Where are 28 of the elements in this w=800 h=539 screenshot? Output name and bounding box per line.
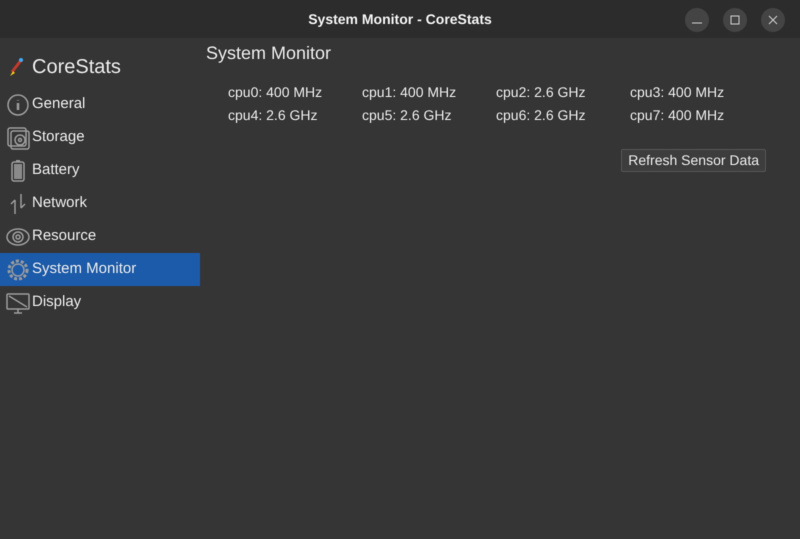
cpu-frequency: cpu4: 2.6 GHz bbox=[228, 106, 318, 124]
sidebar-item[interactable]: Storage bbox=[0, 121, 200, 154]
app-name: CoreStats bbox=[32, 55, 121, 80]
window-title: System Monitor - CoreStats bbox=[308, 10, 492, 29]
page-title: System Monitor bbox=[206, 42, 332, 65]
cpu-frequency: cpu0: 400 MHz bbox=[228, 83, 324, 101]
rocket-icon bbox=[8, 56, 26, 78]
cpu-frequency: cpu2: 2.6 GHz bbox=[496, 83, 586, 101]
sidebar-item[interactable]: System Monitor bbox=[0, 253, 200, 286]
cpu-frequency: cpu1: 400 MHz bbox=[362, 83, 458, 101]
minimize-icon bbox=[692, 22, 702, 24]
sidebar-item[interactable]: Display bbox=[0, 286, 200, 319]
close-icon bbox=[768, 15, 778, 25]
maximize-icon bbox=[730, 15, 740, 25]
close-button[interactable] bbox=[761, 8, 785, 32]
sidebar-item[interactable]: Resource bbox=[0, 220, 200, 253]
cpu-frequency: cpu6: 2.6 GHz bbox=[496, 106, 586, 124]
sidebar-item[interactable]: Battery bbox=[0, 154, 200, 187]
refresh-button[interactable]: Refresh Sensor Data bbox=[621, 149, 766, 172]
cpu-frequency: cpu7: 400 MHz bbox=[630, 106, 726, 124]
monitor-icon bbox=[6, 290, 30, 314]
cpu-frequency: cpu5: 2.6 GHz bbox=[362, 106, 452, 124]
gear-icon bbox=[6, 258, 30, 282]
maximize-button[interactable] bbox=[723, 8, 747, 32]
sidebar-item[interactable]: General bbox=[0, 88, 200, 121]
info-icon bbox=[6, 92, 30, 116]
cpu-frequency: cpu3: 400 MHz bbox=[630, 83, 726, 101]
sidebar-item[interactable]: Network bbox=[0, 187, 200, 220]
